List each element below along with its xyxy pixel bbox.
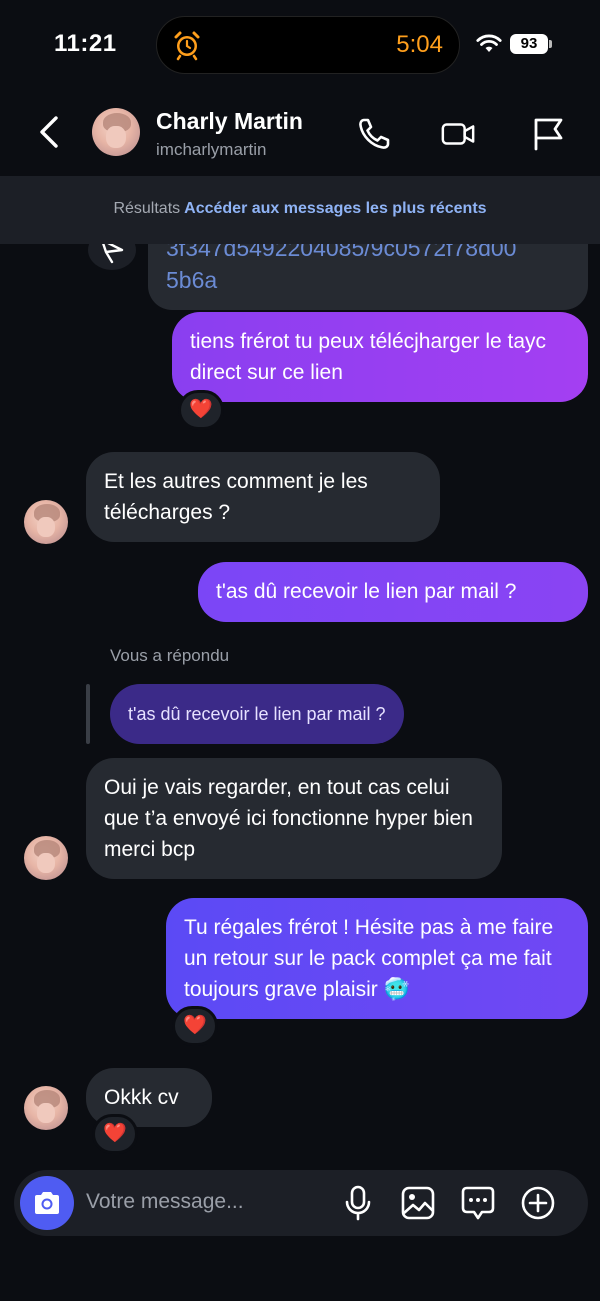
- back-chevron-icon[interactable]: [36, 114, 62, 150]
- contact-name[interactable]: Charly Martin: [156, 108, 303, 135]
- contact-avatar[interactable]: [92, 108, 140, 156]
- shared-link-text[interactable]: 3f347d5492204085/9c0572f78d00 5b6a: [166, 244, 516, 296]
- sender-avatar[interactable]: [24, 500, 68, 544]
- replied-label: Vous a répondu: [110, 646, 230, 665]
- incoming-message[interactable]: Oui je vais regarder, en tout cas celui …: [86, 758, 502, 879]
- alarm-clock-icon: [174, 31, 200, 61]
- contact-username[interactable]: imcharlymartin: [156, 140, 267, 160]
- incoming-message[interactable]: Et les autres comment je les télécharges…: [86, 452, 440, 542]
- outgoing-message[interactable]: t'as dû recevoir le lien par mail ?: [198, 562, 588, 622]
- camera-icon: [35, 1192, 59, 1214]
- outgoing-message[interactable]: Tu régales frérot ! Hésite pas à me fair…: [166, 898, 588, 1019]
- quoted-message[interactable]: t'as dû recevoir le lien par mail ?: [110, 684, 404, 744]
- dynamic-island[interactable]: 5:04: [156, 16, 460, 74]
- outgoing-message[interactable]: tiens frérot tu peux télécjharger le tay…: [172, 312, 588, 402]
- sender-avatar[interactable]: [24, 1086, 68, 1130]
- video-camera-icon[interactable]: [440, 116, 476, 152]
- heart-reaction[interactable]: ❤️: [92, 1114, 138, 1154]
- microphone-icon[interactable]: [340, 1184, 376, 1222]
- add-icon[interactable]: [520, 1184, 556, 1222]
- status-time: 11:21: [54, 30, 117, 57]
- results-label: Résultats: [113, 200, 181, 217]
- message-list[interactable]: 3f347d5492204085/9c0572f78d00 5b6a tiens…: [0, 244, 600, 1170]
- message-input[interactable]: Votre message...: [86, 1190, 244, 1214]
- flag-icon[interactable]: [530, 116, 566, 152]
- quote-bar: [86, 684, 90, 744]
- battery-indicator: 93: [510, 34, 552, 54]
- status-bar: 11:21 5:04 93: [0, 0, 600, 92]
- message-composer[interactable]: Votre message...: [14, 1170, 588, 1236]
- camera-button[interactable]: [20, 1176, 74, 1230]
- sticker-chat-icon[interactable]: [460, 1184, 496, 1222]
- wifi-icon: [476, 34, 502, 52]
- sender-avatar[interactable]: [24, 836, 68, 880]
- jump-to-recent-link[interactable]: Accéder aux messages les plus récents: [184, 200, 486, 217]
- heart-reaction[interactable]: ❤️: [172, 1006, 218, 1046]
- chat-header: Charly Martin imcharlymartin: [0, 92, 600, 176]
- search-results-bar: Résultats Accéder aux messages les plus r…: [0, 176, 600, 244]
- bottom-safe-area: [0, 1240, 600, 1301]
- timer-readout: 5:04: [396, 31, 443, 58]
- phone-icon[interactable]: [356, 116, 392, 152]
- share-icon[interactable]: [88, 244, 136, 270]
- heart-reaction[interactable]: ❤️: [178, 390, 224, 430]
- gallery-icon[interactable]: [400, 1184, 436, 1222]
